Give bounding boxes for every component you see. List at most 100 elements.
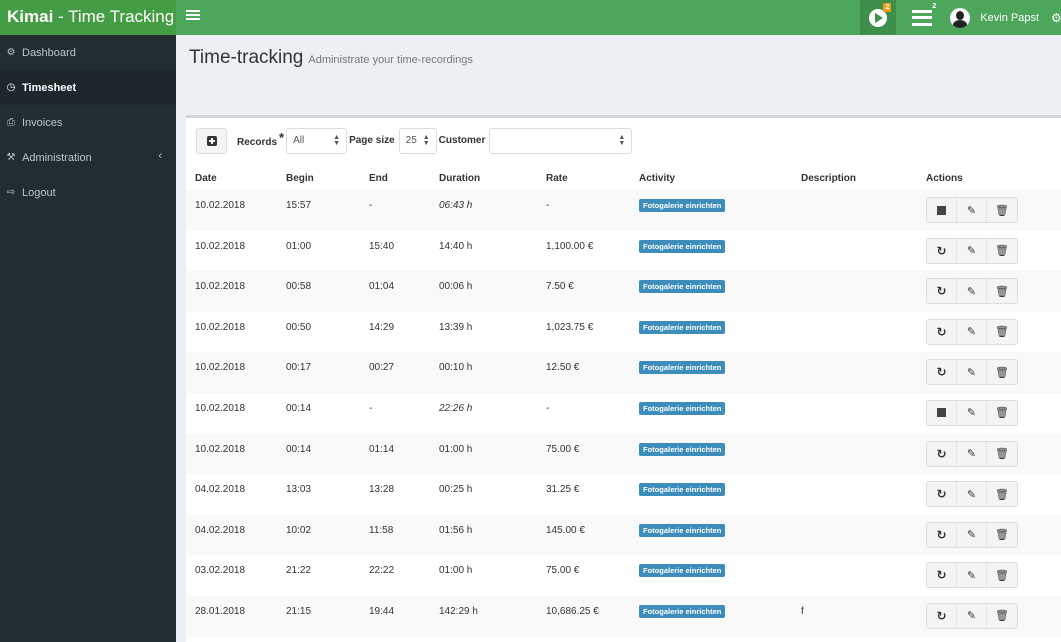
edit-icon: ✎ xyxy=(966,366,977,379)
cell-duration: 13:39 h xyxy=(439,321,473,333)
column-header-actions: Actions xyxy=(926,172,963,184)
edit-icon: ✎ xyxy=(966,610,977,623)
cell-begin: 00:14 xyxy=(277,433,360,475)
table-row: 28.01.2018 21:15 19:44 142:29 h 10,686.2… xyxy=(186,595,1061,637)
activity-label: Fotogalerie einrichten xyxy=(639,523,726,537)
pagesize-select[interactable]: 25 ▲ ▼ xyxy=(398,127,437,154)
activity-label: Fotogalerie einrichten xyxy=(639,320,726,334)
delete-button[interactable]: 🗑 xyxy=(987,239,1017,263)
cell-date: 03.02.2018 xyxy=(195,565,246,577)
delete-button[interactable]: 🗑 xyxy=(987,523,1017,547)
active-timers-button[interactable]: 2 xyxy=(860,0,897,35)
column-header-duration[interactable]: Duration xyxy=(430,166,537,190)
edit-button[interactable]: ✎ xyxy=(957,603,987,628)
cell-date: 10.02.2018 xyxy=(195,402,246,414)
cell-description xyxy=(792,514,917,556)
edit-button[interactable]: ✎ xyxy=(957,238,987,263)
restart-button[interactable]: ↻ xyxy=(927,603,957,628)
edit-button[interactable]: ✎ xyxy=(957,441,987,466)
cell-begin: 21:15 xyxy=(277,595,360,637)
user-menu[interactable]: Kevin Papst xyxy=(942,0,1051,35)
restart-button[interactable]: ↻ xyxy=(927,279,957,304)
edit-icon: ✎ xyxy=(966,285,977,298)
column-header-date[interactable]: Date xyxy=(186,166,277,190)
add-record-button[interactable] xyxy=(196,127,227,154)
cell-description xyxy=(792,352,917,393)
restart-icon: ↻ xyxy=(936,527,947,542)
edit-button[interactable]: ✎ xyxy=(957,563,987,588)
table-row: 10.02.2018 00:14 - 22:26 h - Fotogalerie… xyxy=(186,393,1061,434)
user-name: Kevin Papst xyxy=(980,11,1039,24)
delete-button[interactable]: 🗑 xyxy=(987,604,1017,628)
delete-button[interactable]: 🗑 xyxy=(987,442,1017,466)
app-logo[interactable]: Kimai - Time Tracking xyxy=(0,0,176,35)
sidebar-item-invoices[interactable]: ⎙ Invoices xyxy=(0,105,176,140)
cell-duration: 01:56 h xyxy=(430,514,537,556)
cell-rate: 10,686.25 € xyxy=(537,595,630,637)
edit-button[interactable]: ✎ xyxy=(957,319,987,344)
page-subtitle: Administrate your time-recordings xyxy=(308,54,473,66)
recent-activities-button[interactable]: 2 xyxy=(902,0,942,35)
customer-select[interactable]: ▲ ▼ xyxy=(489,127,633,154)
restart-button[interactable]: ↻ xyxy=(927,238,957,263)
column-header-rate[interactable]: Rate xyxy=(537,166,630,190)
stop-button[interactable] xyxy=(927,198,957,222)
cell-duration: 00:10 h xyxy=(430,352,537,393)
edit-button[interactable]: ✎ xyxy=(957,522,987,547)
delete-button[interactable]: 🗑 xyxy=(987,401,1017,425)
cell-begin: 10:02 xyxy=(277,514,360,556)
cell-rate: 1,100.00 € xyxy=(546,240,594,252)
hamburger-line xyxy=(186,14,200,16)
delete-button[interactable]: 🗑 xyxy=(987,279,1017,303)
column-header-activity[interactable]: Activity xyxy=(630,166,792,190)
cell-date: 04.02.2018 xyxy=(195,484,246,496)
sidebar: ⚙ Dashboard ◷ Timesheet ⎙ Invoices ⚒ Adm… xyxy=(0,35,176,642)
restart-button[interactable]: ↻ xyxy=(927,319,957,344)
restart-button[interactable]: ↻ xyxy=(927,482,957,507)
cell-activity: Fotogalerie einrichten xyxy=(630,190,792,231)
settings-button[interactable]: ⚙ xyxy=(1051,0,1061,35)
restart-icon: ↻ xyxy=(936,608,947,623)
cell-actions: ↻ ✎ 🗑 xyxy=(917,352,1061,393)
edit-button[interactable]: ✎ xyxy=(957,198,987,222)
delete-button[interactable]: 🗑 xyxy=(987,198,1017,222)
sidebar-item-timesheet[interactable]: ◷ Timesheet xyxy=(0,70,176,105)
delete-button[interactable]: 🗑 xyxy=(987,563,1017,587)
column-header-description[interactable]: Description xyxy=(792,166,917,190)
cell-end: 00:27 xyxy=(360,352,430,393)
edit-button[interactable]: ✎ xyxy=(957,400,987,425)
cell-end: 01:04 xyxy=(360,271,430,312)
restart-button[interactable]: ↻ xyxy=(927,563,957,588)
cell-end: 14:29 xyxy=(369,321,395,333)
row-actions: ↻ ✎ 🗑 xyxy=(926,481,1018,508)
restart-button[interactable]: ↻ xyxy=(927,522,957,547)
print-icon: ⎙ xyxy=(7,117,15,128)
cell-duration: 22:26 h xyxy=(439,402,473,414)
row-actions: ↻ ✎ 🗑 xyxy=(926,562,1018,589)
column-header-end[interactable]: End xyxy=(360,166,430,190)
list-line xyxy=(912,22,933,26)
sidebar-item-logout[interactable]: ⇨ Logout xyxy=(0,175,176,210)
sidebar-item-label: Administration xyxy=(22,151,92,164)
delete-button[interactable]: 🗑 xyxy=(987,482,1017,506)
toolbar: Records All ▲▼ Page size 25 ▲▼ Customer … xyxy=(196,127,633,154)
clock-icon: ◷ xyxy=(6,82,16,93)
cell-date: 10.02.2018 xyxy=(186,433,277,475)
cell-rate: 1,023.75 € xyxy=(546,321,594,333)
delete-button[interactable]: 🗑 xyxy=(987,360,1017,384)
sidebar-toggle-button[interactable] xyxy=(186,8,200,24)
edit-button[interactable]: ✎ xyxy=(957,482,987,507)
sidebar-item-dashboard[interactable]: ⚙ Dashboard xyxy=(0,35,176,70)
edit-icon: ✎ xyxy=(966,245,977,258)
edit-button[interactable]: ✎ xyxy=(957,360,987,385)
cell-duration: 00:06 h xyxy=(430,271,537,312)
restart-button[interactable]: ↻ xyxy=(927,441,957,466)
sidebar-item-administration[interactable]: ⚒ Administration ‹ xyxy=(0,140,176,175)
restart-button[interactable]: ↻ xyxy=(927,360,957,385)
edit-button[interactable]: ✎ xyxy=(957,279,987,304)
stop-button[interactable] xyxy=(927,400,957,425)
cell-activity: Fotogalerie einrichten xyxy=(630,474,792,515)
delete-button[interactable]: 🗑 xyxy=(987,320,1017,344)
column-header-begin[interactable]: Begin xyxy=(277,166,360,190)
records-select[interactable]: All ▲ ▼ xyxy=(286,127,348,154)
